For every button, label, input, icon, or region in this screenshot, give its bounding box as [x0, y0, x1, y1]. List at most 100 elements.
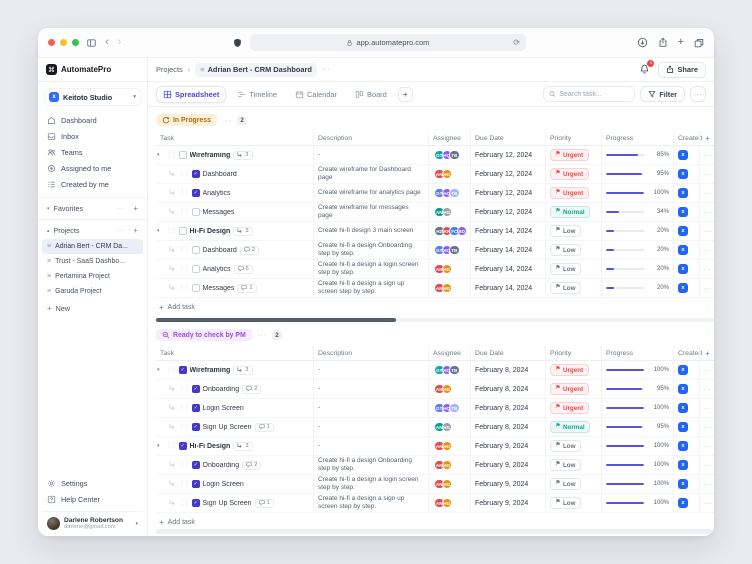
user-account[interactable]: Darlene Robertson darlene@gmail.com ▾: [42, 511, 143, 536]
sidebar-item-inbox[interactable]: Inbox: [42, 128, 143, 144]
column-header-due-date[interactable]: Due Date: [470, 131, 545, 145]
address-bar[interactable]: app.automatepro.com ⟳: [250, 34, 526, 51]
drag-handle[interactable]: ⋮⋮: [179, 266, 189, 272]
comment-count-badge[interactable]: 1: [237, 284, 256, 293]
sidebar-project-adrian-bert[interactable]: ≡ Adrian Bert - CRM Da...: [42, 239, 143, 254]
task-checkbox[interactable]: ✓: [192, 284, 200, 292]
sidebar-project-garuda[interactable]: ≡ Garuda Project: [42, 284, 143, 299]
row-menu-dots[interactable]: ···: [699, 279, 714, 297]
favorites-section-header[interactable]: ▾ Favorites ··· +: [38, 201, 147, 216]
comment-count-badge[interactable]: 1: [255, 499, 274, 508]
drag-handle[interactable]: ⋮⋮: [179, 190, 189, 196]
task-row[interactable]: ⋮⋮ ✓ Messages Create wireframe for messa…: [156, 203, 714, 222]
task-row[interactable]: ▾ ⋮⋮ ✓ Wireframing 3 - GTHQTB February 1…: [156, 146, 714, 165]
tab-calendar[interactable]: Calendar: [288, 86, 344, 103]
task-checkbox[interactable]: ✓: [192, 208, 200, 216]
add-column-button[interactable]: +: [699, 131, 714, 145]
column-header-task[interactable]: Task: [156, 346, 313, 360]
task-row[interactable]: ⋮⋮ ✓ Onboarding 2 Create hi-fi a design …: [156, 456, 714, 475]
task-row[interactable]: ⋮⋮ ✓ Sign Up Screen 1 Create hi-fi a des…: [156, 494, 714, 513]
subtask-count-badge[interactable]: 3: [233, 366, 252, 375]
drag-handle[interactable]: ⋮⋮: [179, 500, 189, 506]
projects-section-header[interactable]: ▴ Projects ··· +: [38, 223, 147, 238]
add-task-button[interactable]: + Add task: [156, 300, 714, 314]
task-checkbox[interactable]: ✓: [192, 499, 200, 507]
column-header-assignee[interactable]: Assignee: [428, 131, 470, 145]
row-menu-dots[interactable]: ···: [699, 222, 714, 240]
priority-badge[interactable]: ⚑Urgent: [550, 364, 589, 376]
row-menu-dots[interactable]: ···: [699, 241, 714, 259]
add-task-button[interactable]: + Add task: [156, 515, 714, 529]
task-row[interactable]: ⋮⋮ ✓ Analytics 6 Create hi-fi a design a…: [156, 260, 714, 279]
task-checkbox[interactable]: ✓: [179, 227, 187, 235]
expand-caret[interactable]: ▾: [157, 228, 163, 234]
task-checkbox[interactable]: ✓: [192, 246, 200, 254]
drag-handle[interactable]: ⋮⋮: [179, 462, 189, 468]
workspace-selector[interactable]: x Keitoto Studio ▾: [44, 88, 141, 106]
assignee-avatars[interactable]: ANHG: [428, 494, 470, 512]
expand-caret[interactable]: ▾: [157, 443, 163, 449]
assignee-avatars[interactable]: GTHQTB: [428, 361, 470, 379]
breadcrumb-current-project[interactable]: ≡ Adrian Bert - CRM Dashboard: [195, 63, 317, 77]
new-project-button[interactable]: + New: [38, 300, 147, 316]
assignee-avatars[interactable]: ANHG: [428, 279, 470, 297]
column-header-assignee[interactable]: Assignee: [428, 346, 470, 360]
priority-badge[interactable]: ⚑Urgent: [550, 168, 589, 180]
forward-button[interactable]: ›: [117, 37, 123, 48]
column-header-description[interactable]: Description: [313, 346, 428, 360]
column-header-description[interactable]: Description: [313, 131, 428, 145]
tab-overview-icon[interactable]: [694, 38, 704, 48]
task-checkbox[interactable]: ✓: [192, 480, 200, 488]
drag-handle[interactable]: ⋮⋮: [166, 228, 176, 234]
scrollbar-thumb[interactable]: [156, 318, 396, 322]
task-checkbox[interactable]: ✓: [179, 442, 187, 450]
notifications-button[interactable]: 1: [639, 64, 650, 75]
assignee-avatars[interactable]: ANHG: [428, 456, 470, 474]
row-menu-dots[interactable]: ···: [699, 184, 714, 202]
assignee-avatars[interactable]: HZRKFCBD: [428, 222, 470, 240]
sidebar-project-trust-saas[interactable]: ≡ Trust - SaaS Dashbo...: [42, 254, 143, 269]
assignee-avatars[interactable]: ANHG: [428, 260, 470, 278]
sidebar-item-help-center[interactable]: Help Center: [42, 491, 143, 507]
assignee-avatars[interactable]: ANHG: [428, 475, 470, 493]
sidebar-toggle-icon[interactable]: [86, 38, 97, 48]
priority-badge[interactable]: ⚑Urgent: [550, 383, 589, 395]
drag-handle[interactable]: ⋮⋮: [179, 285, 189, 291]
drag-handle[interactable]: ⋮⋮: [179, 171, 189, 177]
traffic-lights[interactable]: [48, 39, 79, 46]
row-menu-dots[interactable]: ···: [699, 146, 714, 164]
assignee-avatars[interactable]: ANHG: [428, 380, 470, 398]
assignee-avatars[interactable]: ANHG: [428, 418, 470, 436]
task-row[interactable]: ⋮⋮ ✓ Messages 1 Create hi-fi a design a …: [156, 279, 714, 298]
search-input[interactable]: [559, 91, 629, 98]
task-checkbox[interactable]: ✓: [192, 385, 200, 393]
priority-badge[interactable]: ⚑Low: [550, 282, 581, 294]
task-row[interactable]: ⋮⋮ ✓ Login Screen - GTHQTB February 8, 2…: [156, 399, 714, 418]
drag-handle[interactable]: ⋮⋮: [179, 209, 189, 215]
expand-caret[interactable]: ▾: [157, 152, 163, 158]
task-checkbox[interactable]: ✓: [192, 265, 200, 273]
row-menu-dots[interactable]: ···: [699, 475, 714, 493]
sidebar-project-pertamina[interactable]: ≡ Pertamina Project: [42, 269, 143, 284]
group-status-badge[interactable]: Ready to check by PM: [156, 329, 252, 341]
assignee-avatars[interactable]: GTHQTB: [428, 399, 470, 417]
row-menu-dots[interactable]: ···: [699, 456, 714, 474]
back-button[interactable]: ‹: [104, 37, 110, 48]
task-checkbox[interactable]: ✓: [179, 151, 187, 159]
task-row[interactable]: ⋮⋮ ✓ Onboarding 2 - ANHG February 8, 202…: [156, 380, 714, 399]
sidebar-item-dashboard[interactable]: Dashboard: [42, 112, 143, 128]
refresh-icon[interactable]: ⟳: [513, 38, 520, 47]
assignee-avatars[interactable]: GTHQTB: [428, 146, 470, 164]
minimize-window-button[interactable]: [60, 39, 67, 46]
task-row[interactable]: ⋮⋮ ✓ Login Screen Create hi-fi a design …: [156, 475, 714, 494]
column-header-created[interactable]: Created: [673, 346, 699, 360]
column-header-due-date[interactable]: Due Date: [470, 346, 545, 360]
drag-handle[interactable]: ⋮⋮: [179, 481, 189, 487]
subtask-count-badge[interactable]: 3: [233, 442, 252, 451]
row-menu-dots[interactable]: ···: [699, 418, 714, 436]
task-checkbox[interactable]: ✓: [179, 366, 187, 374]
priority-badge[interactable]: ⚑Low: [550, 497, 581, 509]
priority-badge[interactable]: ⚑Urgent: [550, 187, 589, 199]
favorites-menu-dots[interactable]: ···: [116, 205, 124, 212]
sidebar-item-teams[interactable]: Teams: [42, 144, 143, 160]
